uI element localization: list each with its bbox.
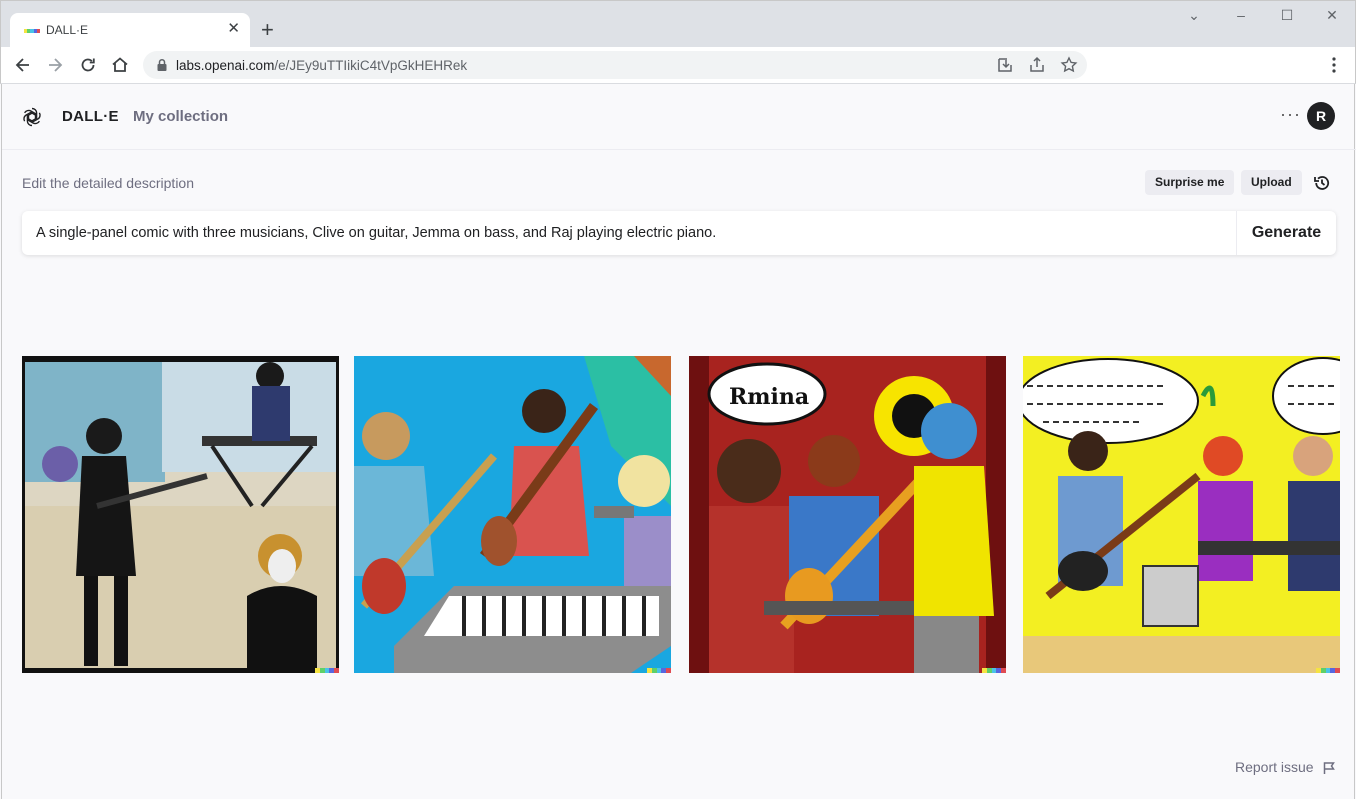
comic-image-yellow — [1023, 356, 1340, 673]
comic-image-black-white — [22, 356, 339, 673]
edit-description-label: Edit the detailed description — [22, 175, 194, 191]
generate-button[interactable]: Generate — [1237, 211, 1336, 255]
result-image-3[interactable]: Rmina — [689, 356, 1006, 673]
dalle-app: DALL·E My collection ··· R Edit the deta… — [1, 84, 1356, 799]
reload-icon[interactable] — [78, 55, 98, 75]
dalle-favicon-icon — [24, 29, 41, 33]
report-issue-link[interactable]: Report issue — [1235, 759, 1314, 775]
prompt-input[interactable]: A single-panel comic with three musician… — [22, 211, 1336, 255]
comic-image-blue — [354, 356, 671, 673]
dalle-signature-icon — [647, 668, 671, 673]
minimize-icon[interactable]: – — [1231, 7, 1251, 23]
home-icon[interactable] — [110, 55, 130, 75]
history-icon[interactable] — [1312, 173, 1332, 193]
install-app-icon[interactable] — [996, 56, 1014, 74]
dalle-signature-icon — [315, 668, 339, 673]
upload-button[interactable]: Upload — [1241, 170, 1302, 195]
url-text[interactable]: labs.openai.com/e/JEy9uTTIikiC4tVpGkHEHR… — [176, 58, 467, 73]
dalle-signature-icon — [1316, 668, 1340, 673]
result-image-1[interactable] — [22, 356, 339, 673]
flag-icon[interactable] — [1322, 761, 1336, 775]
tab-search-icon[interactable]: ⌄ — [1184, 7, 1204, 24]
address-bar[interactable]: labs.openai.com/e/JEy9uTTIikiC4tVpGkHEHR… — [143, 51, 1087, 79]
more-options-icon[interactable]: ··· — [1280, 104, 1301, 125]
browser-menu-icon[interactable] — [1324, 55, 1344, 75]
openai-logo-icon[interactable] — [21, 106, 43, 128]
nav-my-collection[interactable]: My collection — [133, 108, 228, 125]
bookmark-star-icon[interactable] — [1060, 56, 1078, 74]
brand-link[interactable]: DALL·E — [62, 108, 119, 125]
surprise-me-button[interactable]: Surprise me — [1145, 170, 1235, 195]
prompt-text[interactable]: A single-panel comic with three musician… — [36, 225, 716, 241]
tab-title: DALL·E — [46, 23, 89, 37]
dalle-signature-icon — [982, 668, 1006, 673]
result-image-4[interactable] — [1023, 356, 1340, 673]
app-header: DALL·E My collection ··· R — [2, 84, 1356, 150]
new-tab-button[interactable]: + — [261, 19, 274, 41]
browser-toolbar: labs.openai.com/e/JEy9uTTIikiC4tVpGkHEHR… — [0, 47, 1356, 84]
browser-tab[interactable]: DALL·E ✕ — [10, 13, 250, 48]
lock-icon[interactable] — [155, 58, 169, 72]
comic-image-red: Rmina — [689, 356, 1006, 673]
avatar[interactable]: R — [1307, 102, 1335, 130]
back-icon[interactable] — [13, 55, 33, 75]
share-icon[interactable] — [1028, 56, 1046, 74]
forward-icon[interactable] — [45, 55, 65, 75]
speech-bubble-text: Rmina — [729, 384, 809, 410]
result-image-2[interactable] — [354, 356, 671, 673]
browser-tab-bar: DALL·E ✕ + ⌄ – ☐ ✕ — [0, 0, 1356, 48]
tab-close-icon[interactable]: ✕ — [227, 20, 240, 38]
maximize-icon[interactable]: ☐ — [1277, 7, 1297, 24]
window-close-icon[interactable]: ✕ — [1322, 7, 1342, 24]
